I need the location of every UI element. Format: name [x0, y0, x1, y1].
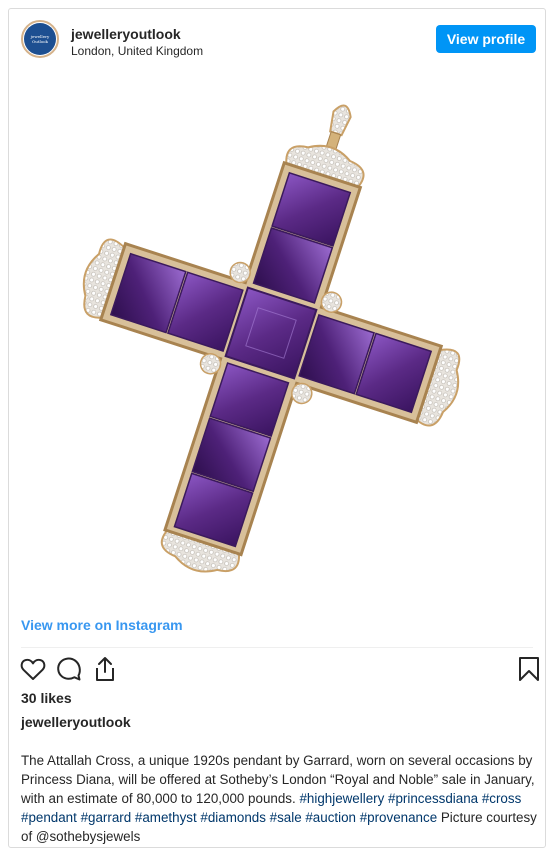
action-bar [19, 655, 539, 685]
avatar-logo: jewellery Outlook [24, 23, 56, 55]
divider [21, 647, 533, 648]
caption-username[interactable]: jewelleryoutlook [21, 714, 131, 730]
share-button[interactable] [91, 655, 119, 683]
bookmark-icon [519, 657, 539, 681]
comment-button[interactable] [55, 655, 83, 683]
post-caption: The Attallah Cross, a unique 1920s penda… [21, 751, 537, 846]
location-link[interactable]: London, United Kingdom [71, 44, 203, 58]
heart-icon [20, 658, 46, 680]
instagram-embed-card: jewellery Outlook jewelleryoutlook Londo… [8, 8, 546, 848]
share-icon [96, 657, 114, 681]
likes-count[interactable]: 30 likes [21, 690, 72, 706]
post-header: jewellery Outlook jewelleryoutlook Londo… [9, 9, 545, 71]
avatar[interactable]: jewellery Outlook [21, 20, 59, 58]
comment-icon [57, 657, 81, 681]
amethyst-cross-image [82, 104, 461, 573]
post-image[interactable] [9, 71, 545, 611]
like-button[interactable] [19, 655, 47, 683]
save-button[interactable] [515, 655, 543, 683]
view-more-link[interactable]: View more on Instagram [21, 617, 183, 633]
username-link[interactable]: jewelleryoutlook [71, 26, 181, 42]
view-profile-button[interactable]: View profile [436, 25, 536, 53]
avatar-text-line2: Outlook [32, 39, 48, 44]
